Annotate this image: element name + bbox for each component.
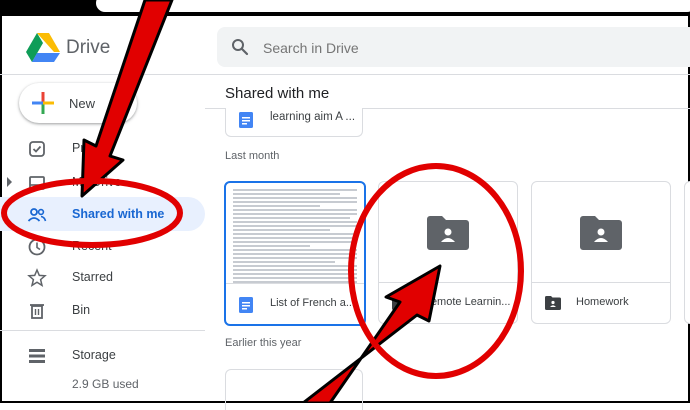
storage-icon: [29, 349, 45, 363]
doc-icon: [239, 112, 253, 128]
sidebar-item-priority[interactable]: Priority: [0, 131, 205, 165]
document-thumbnail: [226, 183, 364, 284]
folder-name: Homework: [576, 296, 629, 308]
file-card-learning-aim[interactable]: learning aim A ...: [225, 108, 363, 137]
new-button[interactable]: New: [19, 83, 137, 123]
priority-icon: [29, 141, 45, 157]
star-icon: [27, 268, 47, 288]
folder-name: Remote Learnin...: [423, 296, 511, 308]
sidebar-item-storage[interactable]: Storage: [0, 338, 205, 372]
sidebar-item-label: Starred: [72, 270, 113, 284]
sidebar-divider: [0, 330, 205, 331]
shared-folder-icon: [580, 216, 622, 250]
folder-card-remote-learning[interactable]: Remote Learnin...: [378, 181, 518, 324]
sidebar-item-label: Priority: [72, 141, 111, 155]
sidebar-item-bin[interactable]: Bin: [0, 293, 205, 327]
sidebar-item-starred[interactable]: Starred: [0, 260, 205, 294]
app-name: Drive: [66, 37, 111, 58]
expand-arrow-icon[interactable]: [7, 177, 12, 187]
doc-icon: [239, 297, 253, 313]
header-divider: [0, 74, 690, 75]
sidebar-item-label: Storage: [72, 348, 116, 362]
search-icon[interactable]: [231, 38, 249, 56]
shared-folder-icon: [427, 216, 469, 250]
file-name: List of French a...: [270, 297, 355, 309]
sidebar-item-label: Recent: [72, 239, 112, 253]
sidebar-item-label: Bin: [72, 303, 91, 317]
section-heading-last-month: Last month: [225, 150, 280, 162]
storage-used-text: 2.9 GB used: [72, 377, 139, 391]
folder-card-homework[interactable]: Homework: [531, 181, 671, 324]
plus-icon: [32, 92, 54, 114]
my-drive-icon: [29, 176, 45, 190]
sidebar-item-my-drive[interactable]: My Drive: [0, 165, 205, 199]
file-name: learning aim A ...: [270, 111, 356, 123]
google-drive-logo[interactable]: [26, 33, 60, 63]
sidebar-item-shared-with-me[interactable]: Shared with me: [0, 197, 205, 231]
sidebar-item-recent[interactable]: Recent: [0, 229, 205, 263]
search-bar[interactable]: [217, 27, 690, 69]
file-card-partial[interactable]: [225, 369, 363, 410]
file-card-list-of-french[interactable]: List of French a...: [224, 181, 366, 326]
sidebar-item-label: My Drive: [72, 175, 122, 189]
search-input[interactable]: [261, 27, 665, 69]
trash-icon: [30, 304, 44, 319]
sidebar-item-label: Shared with me: [72, 207, 165, 221]
new-button-label: New: [69, 96, 96, 111]
shared-folder-icon: [392, 296, 408, 310]
shared-folder-icon: [545, 296, 561, 310]
browser-top-band: [0, 0, 690, 16]
shared-icon: [27, 208, 47, 222]
clock-icon: [28, 238, 46, 256]
file-card-partial[interactable]: [684, 181, 690, 324]
section-heading-earlier-this-year: Earlier this year: [225, 337, 302, 349]
page-title: Shared with me: [225, 85, 330, 102]
